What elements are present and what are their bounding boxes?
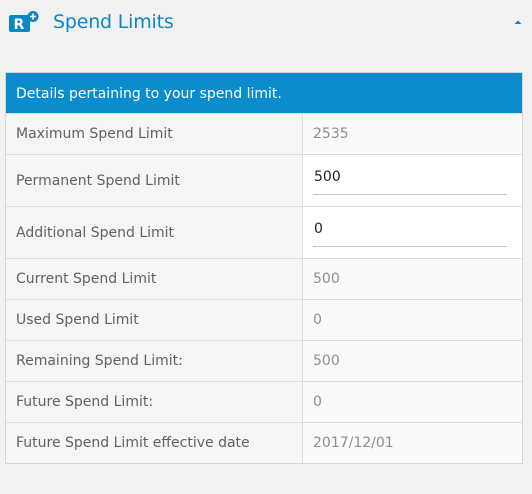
used-spend-limit-label: Used Spend Limit [6,300,303,340]
additional-spend-limit-label: Additional Spend Limit [6,207,303,258]
additional-spend-limit-input[interactable] [313,221,507,247]
table-row-maximum: Maximum Spend Limit 2535 [6,113,522,154]
future-spend-limit-effective-date-label: Future Spend Limit effective date [6,423,303,463]
table-row-additional: Additional Spend Limit [6,206,522,258]
spend-limit-panel: Details pertaining to your spend limit. … [5,72,523,464]
permanent-spend-limit-label: Permanent Spend Limit [6,155,303,206]
maximum-spend-limit-label: Maximum Spend Limit [6,114,303,154]
app-logo-icon: R [9,11,39,33]
permanent-spend-limit-cell [303,155,522,206]
table-row-effective-date: Future Spend Limit effective date 2017/1… [6,422,522,463]
table-row-used: Used Spend Limit 0 [6,299,522,340]
permanent-spend-limit-input[interactable] [313,169,507,195]
panel-heading: Details pertaining to your spend limit. [6,73,522,113]
table-row-remaining: Remaining Spend Limit: 500 [6,340,522,381]
maximum-spend-limit-value: 2535 [303,114,522,154]
remaining-spend-limit-value: 500 [303,341,522,381]
collapse-caret-icon[interactable] [512,17,524,27]
remaining-spend-limit-label: Remaining Spend Limit: [6,341,303,381]
section-header: R Spend Limits [0,0,532,46]
table-row-future: Future Spend Limit: 0 [6,381,522,422]
current-spend-limit-label: Current Spend Limit [6,259,303,299]
current-spend-limit-value: 500 [303,259,522,299]
future-spend-limit-value: 0 [303,382,522,422]
logo-letter: R [14,17,25,33]
page-title: Spend Limits [53,11,174,33]
table-row-current: Current Spend Limit 500 [6,258,522,299]
table-row-permanent: Permanent Spend Limit [6,154,522,206]
future-spend-limit-label: Future Spend Limit: [6,382,303,422]
used-spend-limit-value: 0 [303,300,522,340]
additional-spend-limit-cell [303,207,522,258]
future-spend-limit-effective-date-value: 2017/12/01 [303,423,522,463]
